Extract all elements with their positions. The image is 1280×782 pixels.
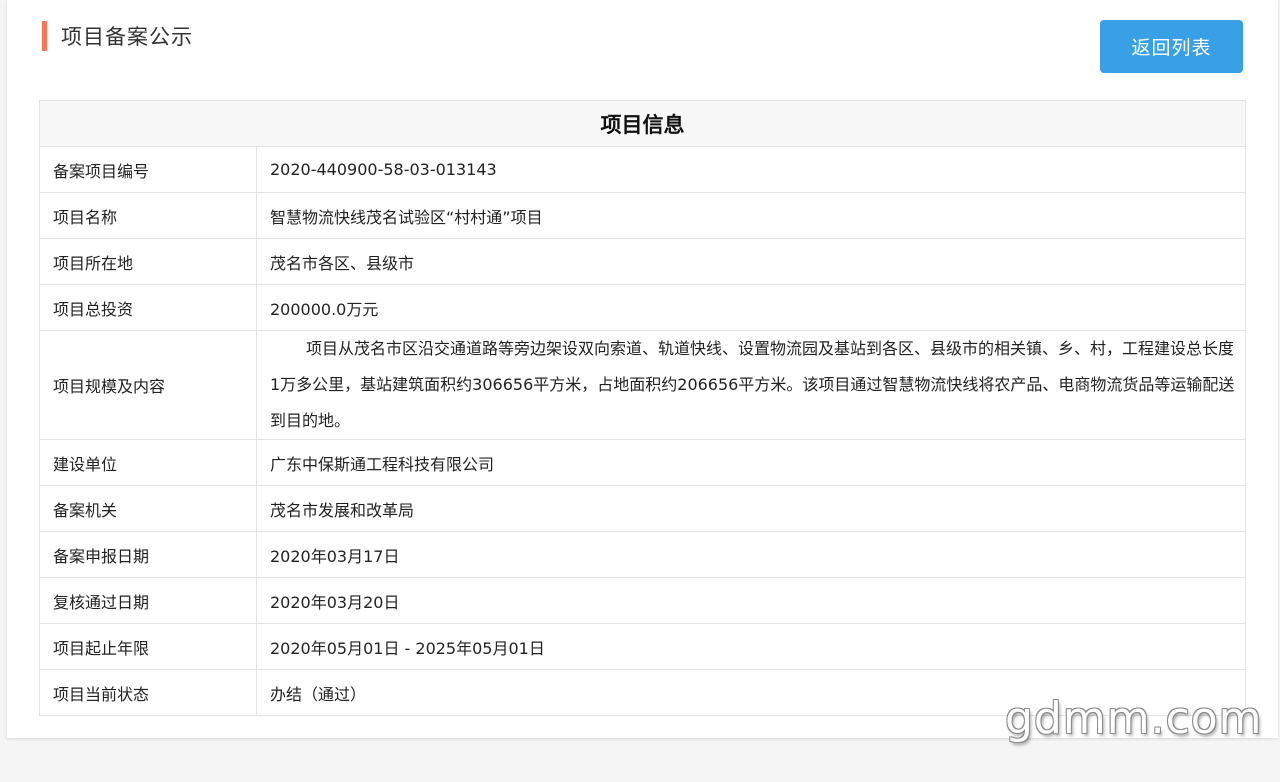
row-label-project-name: 项目名称: [39, 192, 257, 239]
row-value-total-investment: 200000.0万元: [256, 284, 1246, 331]
row-label-apply-date: 备案申报日期: [39, 531, 257, 578]
table-row: 项目名称 智慧物流快线茂名试验区“村村通”项目: [39, 192, 1246, 239]
row-value-period: 2020年05月01日 - 2025年05月01日: [256, 623, 1246, 670]
table-row: 项目规模及内容 项目从茂名市区沿交通道路等旁边架设双向索道、轨道快线、设置物流园…: [39, 330, 1246, 440]
row-value-review-date: 2020年03月20日: [256, 577, 1246, 624]
table-heading-row: 项目信息: [39, 100, 1246, 147]
title-accent-bar: [42, 21, 47, 51]
table-row: 复核通过日期 2020年03月20日: [39, 577, 1246, 624]
table-heading: 项目信息: [39, 100, 1246, 147]
row-label-status: 项目当前状态: [39, 669, 257, 716]
page-header: 项目备案公示: [42, 20, 193, 52]
table-row: 建设单位 广东中保斯通工程科技有限公司: [39, 439, 1246, 486]
table-row: 备案机关 茂名市发展和改革局: [39, 485, 1246, 532]
row-label-review-date: 复核通过日期: [39, 577, 257, 624]
row-value-project-name: 智慧物流快线茂名试验区“村村通”项目: [256, 192, 1246, 239]
project-info-table: 项目信息 备案项目编号 2020-440900-58-03-013143 项目名…: [39, 100, 1246, 716]
row-label-builder: 建设单位: [39, 439, 257, 486]
row-value-apply-date: 2020年03月17日: [256, 531, 1246, 578]
table-row: 项目起止年限 2020年05月01日 - 2025年05月01日: [39, 623, 1246, 670]
site-watermark: gdmm.com: [1005, 693, 1263, 744]
row-label-total-investment: 项目总投资: [39, 284, 257, 331]
back-to-list-button[interactable]: 返回列表: [1100, 20, 1243, 73]
row-label-scale-content: 项目规模及内容: [39, 330, 257, 440]
row-value-location: 茂名市各区、县级市: [256, 238, 1246, 285]
table-row: 项目总投资 200000.0万元: [39, 284, 1246, 331]
page-title: 项目备案公示: [61, 25, 193, 49]
table-row: 项目所在地 茂名市各区、县级市: [39, 238, 1246, 285]
row-value-record-authority: 茂名市发展和改革局: [256, 485, 1246, 532]
row-value-builder: 广东中保斯通工程科技有限公司: [256, 439, 1246, 486]
row-label-location: 项目所在地: [39, 238, 257, 285]
row-value-record-number: 2020-440900-58-03-013143: [256, 146, 1246, 193]
content-card: 项目备案公示 返回列表 项目信息 备案项目编号 2020-440900-58-0…: [7, 0, 1278, 738]
table-row: 备案项目编号 2020-440900-58-03-013143: [39, 146, 1246, 193]
table-row: 备案申报日期 2020年03月17日: [39, 531, 1246, 578]
row-label-record-number: 备案项目编号: [39, 146, 257, 193]
row-value-scale-content: 项目从茂名市区沿交通道路等旁边架设双向索道、轨道快线、设置物流园及基站到各区、县…: [256, 330, 1246, 440]
row-label-period: 项目起止年限: [39, 623, 257, 670]
row-label-record-authority: 备案机关: [39, 485, 257, 532]
